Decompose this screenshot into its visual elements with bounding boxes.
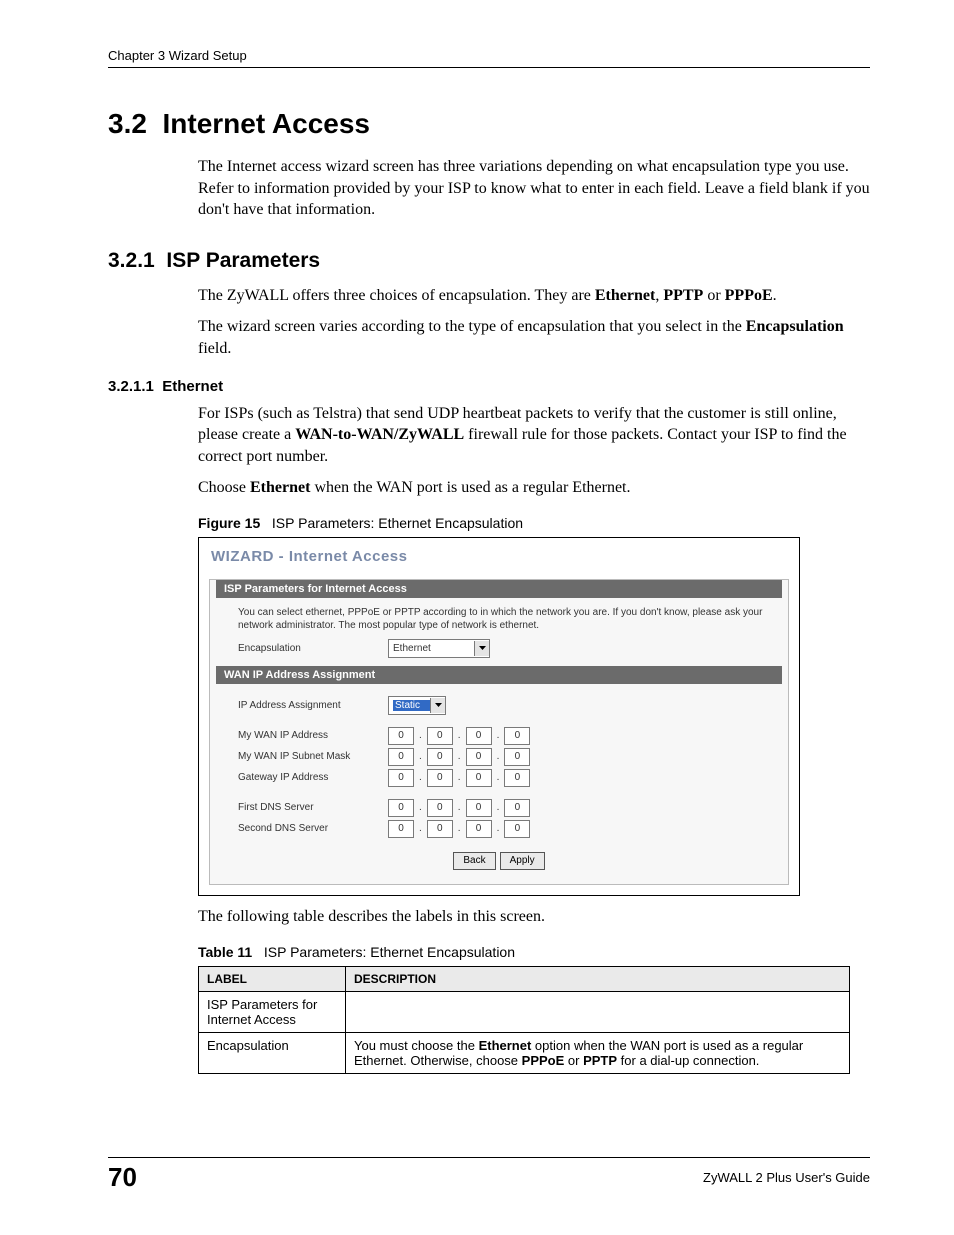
subsub-p2: Choose Ethernet when the WAN port is use…: [198, 477, 870, 499]
my-wan-ip-row: My WAN IP Address 0. 0. 0. 0: [210, 715, 788, 745]
subsection-heading: 3.2.1 ISP Parameters: [108, 249, 870, 273]
guide-name: ZyWALL 2 Plus User's Guide: [703, 1170, 870, 1185]
after-figure-text: The following table describes the labels…: [198, 906, 870, 928]
ip-octet-input[interactable]: 0: [388, 769, 414, 787]
ip-octet-input[interactable]: 0: [388, 820, 414, 838]
second-dns-row: Second DNS Server 0. 0. 0. 0: [210, 817, 788, 838]
ip-octet-input[interactable]: 0: [427, 769, 453, 787]
ip-assignment-select[interactable]: Static: [388, 696, 446, 715]
my-wan-ip-label: My WAN IP Address: [238, 730, 388, 741]
subsubsection-heading: 3.2.1.1 Ethernet: [108, 378, 870, 395]
section-title: Internet Access: [163, 108, 371, 139]
table-cell-desc: You must choose the Ethernet option when…: [346, 1032, 850, 1073]
isp-params-section-title: ISP Parameters for Internet Access: [216, 580, 782, 598]
wizard-title: WIZARD - Internet Access: [209, 546, 789, 579]
ip-octet-input[interactable]: 0: [427, 820, 453, 838]
apply-button[interactable]: Apply: [500, 852, 545, 870]
back-button[interactable]: Back: [453, 852, 495, 870]
ip-octet-input[interactable]: 0: [466, 727, 492, 745]
section-heading: 3.2 Internet Access: [108, 108, 870, 140]
running-header: Chapter 3 Wizard Setup: [108, 48, 870, 68]
subsub-number: 3.2.1.1: [108, 378, 154, 395]
table-header-row: LABEL DESCRIPTION: [199, 966, 850, 991]
section-intro: The Internet access wizard screen has th…: [198, 156, 870, 221]
chevron-down-icon: [474, 641, 489, 656]
ip-octet-input[interactable]: 0: [466, 820, 492, 838]
wizard-button-row: Back Apply: [210, 838, 788, 872]
wan-ip-section-title: WAN IP Address Assignment: [216, 666, 782, 684]
subsection-p2: The wizard screen varies according to th…: [198, 316, 870, 359]
first-dns-label: First DNS Server: [238, 802, 388, 813]
my-wan-subnet-row: My WAN IP Subnet Mask 0. 0. 0. 0: [210, 745, 788, 766]
table-cell-desc: [346, 991, 850, 1032]
subsection-title: ISP Parameters: [166, 249, 320, 272]
page-footer: 70 ZyWALL 2 Plus User's Guide: [108, 1157, 870, 1193]
ip-assignment-label: IP Address Assignment: [238, 700, 388, 711]
ip-octet-input[interactable]: 0: [504, 748, 530, 766]
wizard-panel: ISP Parameters for Internet Access You c…: [209, 579, 789, 885]
isp-params-note: You can select ethernet, PPPoE or PPTP a…: [210, 598, 788, 636]
ip-octet-input[interactable]: 0: [427, 799, 453, 817]
ip-octet-input[interactable]: 0: [504, 727, 530, 745]
ip-octet-input[interactable]: 0: [466, 799, 492, 817]
ip-octet-input[interactable]: 0: [388, 748, 414, 766]
page-number: 70: [108, 1162, 137, 1193]
table-caption: Table 11 ISP Parameters: Ethernet Encaps…: [198, 944, 870, 960]
gateway-ip-row: Gateway IP Address 0. 0. 0. 0: [210, 766, 788, 787]
page: Chapter 3 Wizard Setup 3.2 Internet Acce…: [0, 0, 954, 1235]
table-row: ISP Parameters for Internet Access: [199, 991, 850, 1032]
chevron-down-icon: [430, 698, 445, 713]
ip-octet-input[interactable]: 0: [388, 799, 414, 817]
subsection-number: 3.2.1: [108, 249, 155, 272]
ip-octet-input[interactable]: 0: [504, 799, 530, 817]
ip-octet-input[interactable]: 0: [504, 820, 530, 838]
encapsulation-row: Encapsulation Ethernet: [210, 636, 788, 658]
ip-octet-input[interactable]: 0: [504, 769, 530, 787]
first-dns-row: First DNS Server 0. 0. 0. 0: [210, 787, 788, 817]
table-header-description: DESCRIPTION: [346, 966, 850, 991]
gateway-ip-label: Gateway IP Address: [238, 772, 388, 783]
figure-caption: Figure 15 ISP Parameters: Ethernet Encap…: [198, 515, 870, 531]
wizard-screenshot: WIZARD - Internet Access ISP Parameters …: [198, 537, 800, 896]
table-cell-label: Encapsulation: [199, 1032, 346, 1073]
encapsulation-label: Encapsulation: [238, 643, 388, 654]
description-table: LABEL DESCRIPTION ISP Parameters for Int…: [198, 966, 850, 1074]
ip-assignment-row: IP Address Assignment Static: [210, 684, 788, 715]
table-header-label: LABEL: [199, 966, 346, 991]
ip-octet-input[interactable]: 0: [466, 769, 492, 787]
ip-octet-input[interactable]: 0: [388, 727, 414, 745]
ip-octet-input[interactable]: 0: [427, 748, 453, 766]
table-row: Encapsulation You must choose the Ethern…: [199, 1032, 850, 1073]
section-number: 3.2: [108, 108, 147, 139]
subsub-title: Ethernet: [162, 378, 223, 395]
encapsulation-select[interactable]: Ethernet: [388, 639, 490, 658]
table-cell-label: ISP Parameters for Internet Access: [199, 991, 346, 1032]
ip-octet-input[interactable]: 0: [427, 727, 453, 745]
subsection-p1: The ZyWALL offers three choices of encap…: [198, 285, 870, 307]
ip-octet-input[interactable]: 0: [466, 748, 492, 766]
second-dns-label: Second DNS Server: [238, 823, 388, 834]
my-wan-subnet-label: My WAN IP Subnet Mask: [238, 751, 388, 762]
subsub-p1: For ISPs (such as Telstra) that send UDP…: [198, 403, 870, 468]
